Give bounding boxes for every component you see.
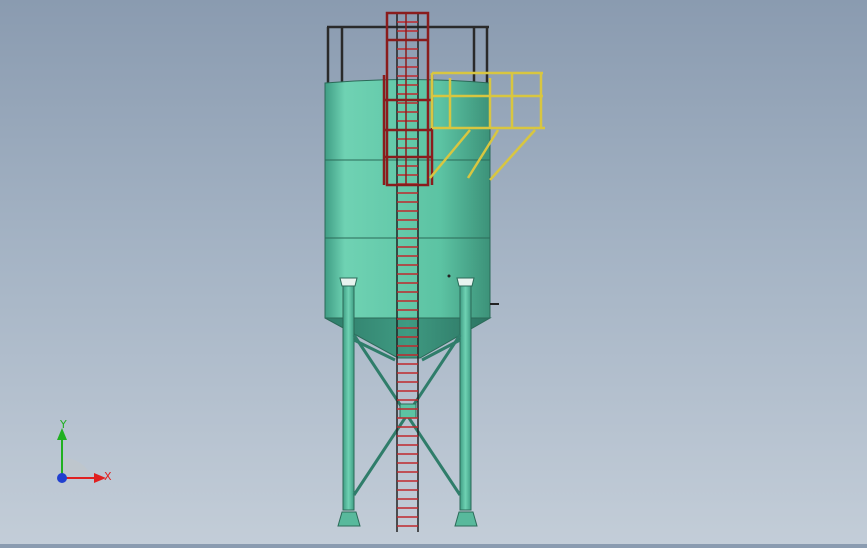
z-axis-dot [57,473,67,483]
top-railing [326,25,489,83]
silo-model[interactable] [0,0,867,544]
y-axis-label: Y [59,420,67,431]
3d-viewport[interactable] [0,0,867,544]
triad-plane-arc [62,457,92,478]
orientation-triad: Y X [40,418,120,495]
x-axis-label: X [104,470,112,483]
cross-bracing [352,334,462,496]
